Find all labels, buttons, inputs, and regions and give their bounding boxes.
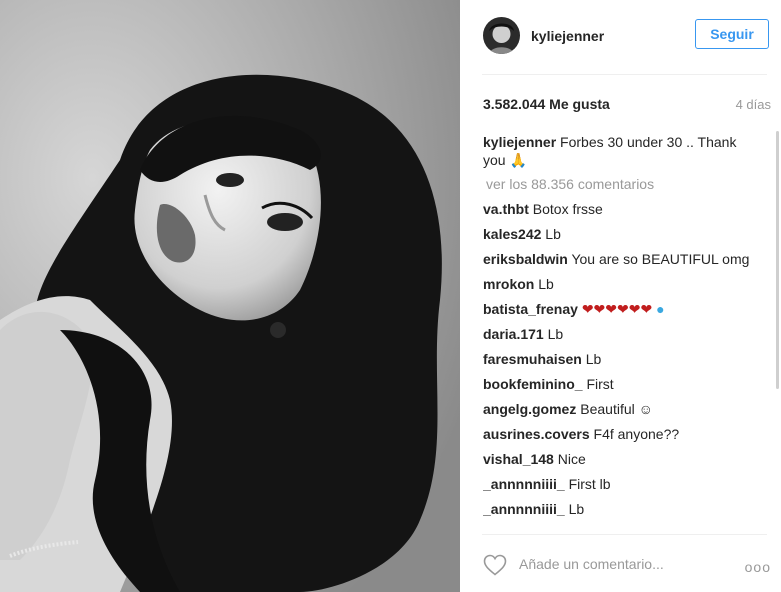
comment-text: Lb (538, 276, 554, 292)
view-all-comments-link[interactable]: ver los 88.356 comentarios (486, 175, 753, 193)
comment-item: _annnnniiii_ First lb (483, 475, 753, 493)
comment-text: Lb (547, 326, 564, 342)
comment-text: Beautiful ☺ (580, 401, 653, 417)
comment-username[interactable]: _annnnniiii_ (483, 476, 565, 492)
comment-text: Lb (585, 351, 602, 367)
comment-item: eriksbaldwin You are so BEAUTIFUL omg (483, 250, 753, 268)
balloon-icon: ● (656, 301, 665, 317)
comment-text: ❤❤❤❤❤❤ (581, 301, 653, 317)
comment-text: F4f anyone?? (593, 426, 680, 442)
follow-button[interactable]: Seguir (695, 19, 769, 49)
comment-text: Lb (568, 501, 585, 517)
comment-text: Botox frsse (532, 201, 603, 217)
comment-username[interactable]: batista_frenay (483, 301, 578, 317)
comment-item: ausrines.covers F4f anyone?? (483, 425, 753, 443)
comment-text: You are so BEAUTIFUL omg (571, 251, 750, 267)
add-comment-input[interactable]: Añade un comentario... (519, 556, 664, 572)
comment-text: First lb (568, 476, 611, 492)
comment-username[interactable]: angelg.gomez (483, 401, 576, 417)
comment-text: First (586, 376, 614, 392)
comment-item: daria.171 Lb (483, 325, 753, 343)
comment-username[interactable]: ausrines.covers (483, 426, 590, 442)
comment-item: bookfeminino_ First (483, 375, 753, 393)
comment-text: Nice (557, 451, 586, 467)
portrait-image (0, 0, 460, 592)
caption: kyliejenner Forbes 30 under 30 .. Thank … (483, 133, 753, 169)
comment-username[interactable]: vishal_148 (483, 451, 554, 467)
comment-username[interactable]: va.thbt (483, 201, 529, 217)
comment-username[interactable]: mrokon (483, 276, 534, 292)
comments-scrollbar[interactable] (776, 131, 779, 389)
comments-list: kyliejenner Forbes 30 under 30 .. Thank … (483, 133, 753, 528)
comment-username[interactable]: faresmuhaisen (483, 351, 582, 367)
header-divider (482, 74, 767, 75)
user-avatar[interactable] (483, 17, 520, 54)
comment-text: Lb (545, 226, 561, 242)
comment-item: _annnnniiii_ Lb (483, 500, 753, 518)
heart-outline-icon[interactable] (483, 554, 507, 576)
comment-item: mrokon Lb (483, 275, 753, 293)
comment-username[interactable]: eriksbaldwin (483, 251, 568, 267)
post-sidebar: kyliejenner Seguir 3.582.044 Me gusta 4 … (460, 0, 781, 592)
comment-item: angelg.gomez Beautiful ☺ (483, 400, 753, 418)
likes-count[interactable]: 3.582.044 Me gusta (483, 96, 610, 112)
comment-item: kales242 Lb (483, 225, 753, 243)
comment-item: batista_frenay ❤❤❤❤❤❤ ● (483, 300, 753, 318)
comment-item: vishal_148 Nice (483, 450, 753, 468)
caption-username[interactable]: kyliejenner (483, 134, 556, 150)
avatar-image (483, 17, 520, 54)
post-photo[interactable] (0, 0, 460, 592)
comment-item: faresmuhaisen Lb (483, 350, 753, 368)
post-username[interactable]: kyliejenner (531, 28, 604, 44)
post-time[interactable]: 4 días (736, 97, 771, 112)
comment-username[interactable]: _annnnniiii_ (483, 501, 565, 517)
comment-username[interactable]: daria.171 (483, 326, 544, 342)
comment-username[interactable]: kales242 (483, 226, 541, 242)
comment-item: va.thbt Botox frsse (483, 200, 753, 218)
more-options-icon[interactable]: ooo (745, 559, 771, 575)
post-header: kyliejenner Seguir (460, 0, 781, 75)
comment-username[interactable]: bookfeminino_ (483, 376, 583, 392)
post-container: kyliejenner Seguir 3.582.044 Me gusta 4 … (0, 0, 781, 592)
post-footer: Añade un comentario... ooo (460, 535, 781, 592)
